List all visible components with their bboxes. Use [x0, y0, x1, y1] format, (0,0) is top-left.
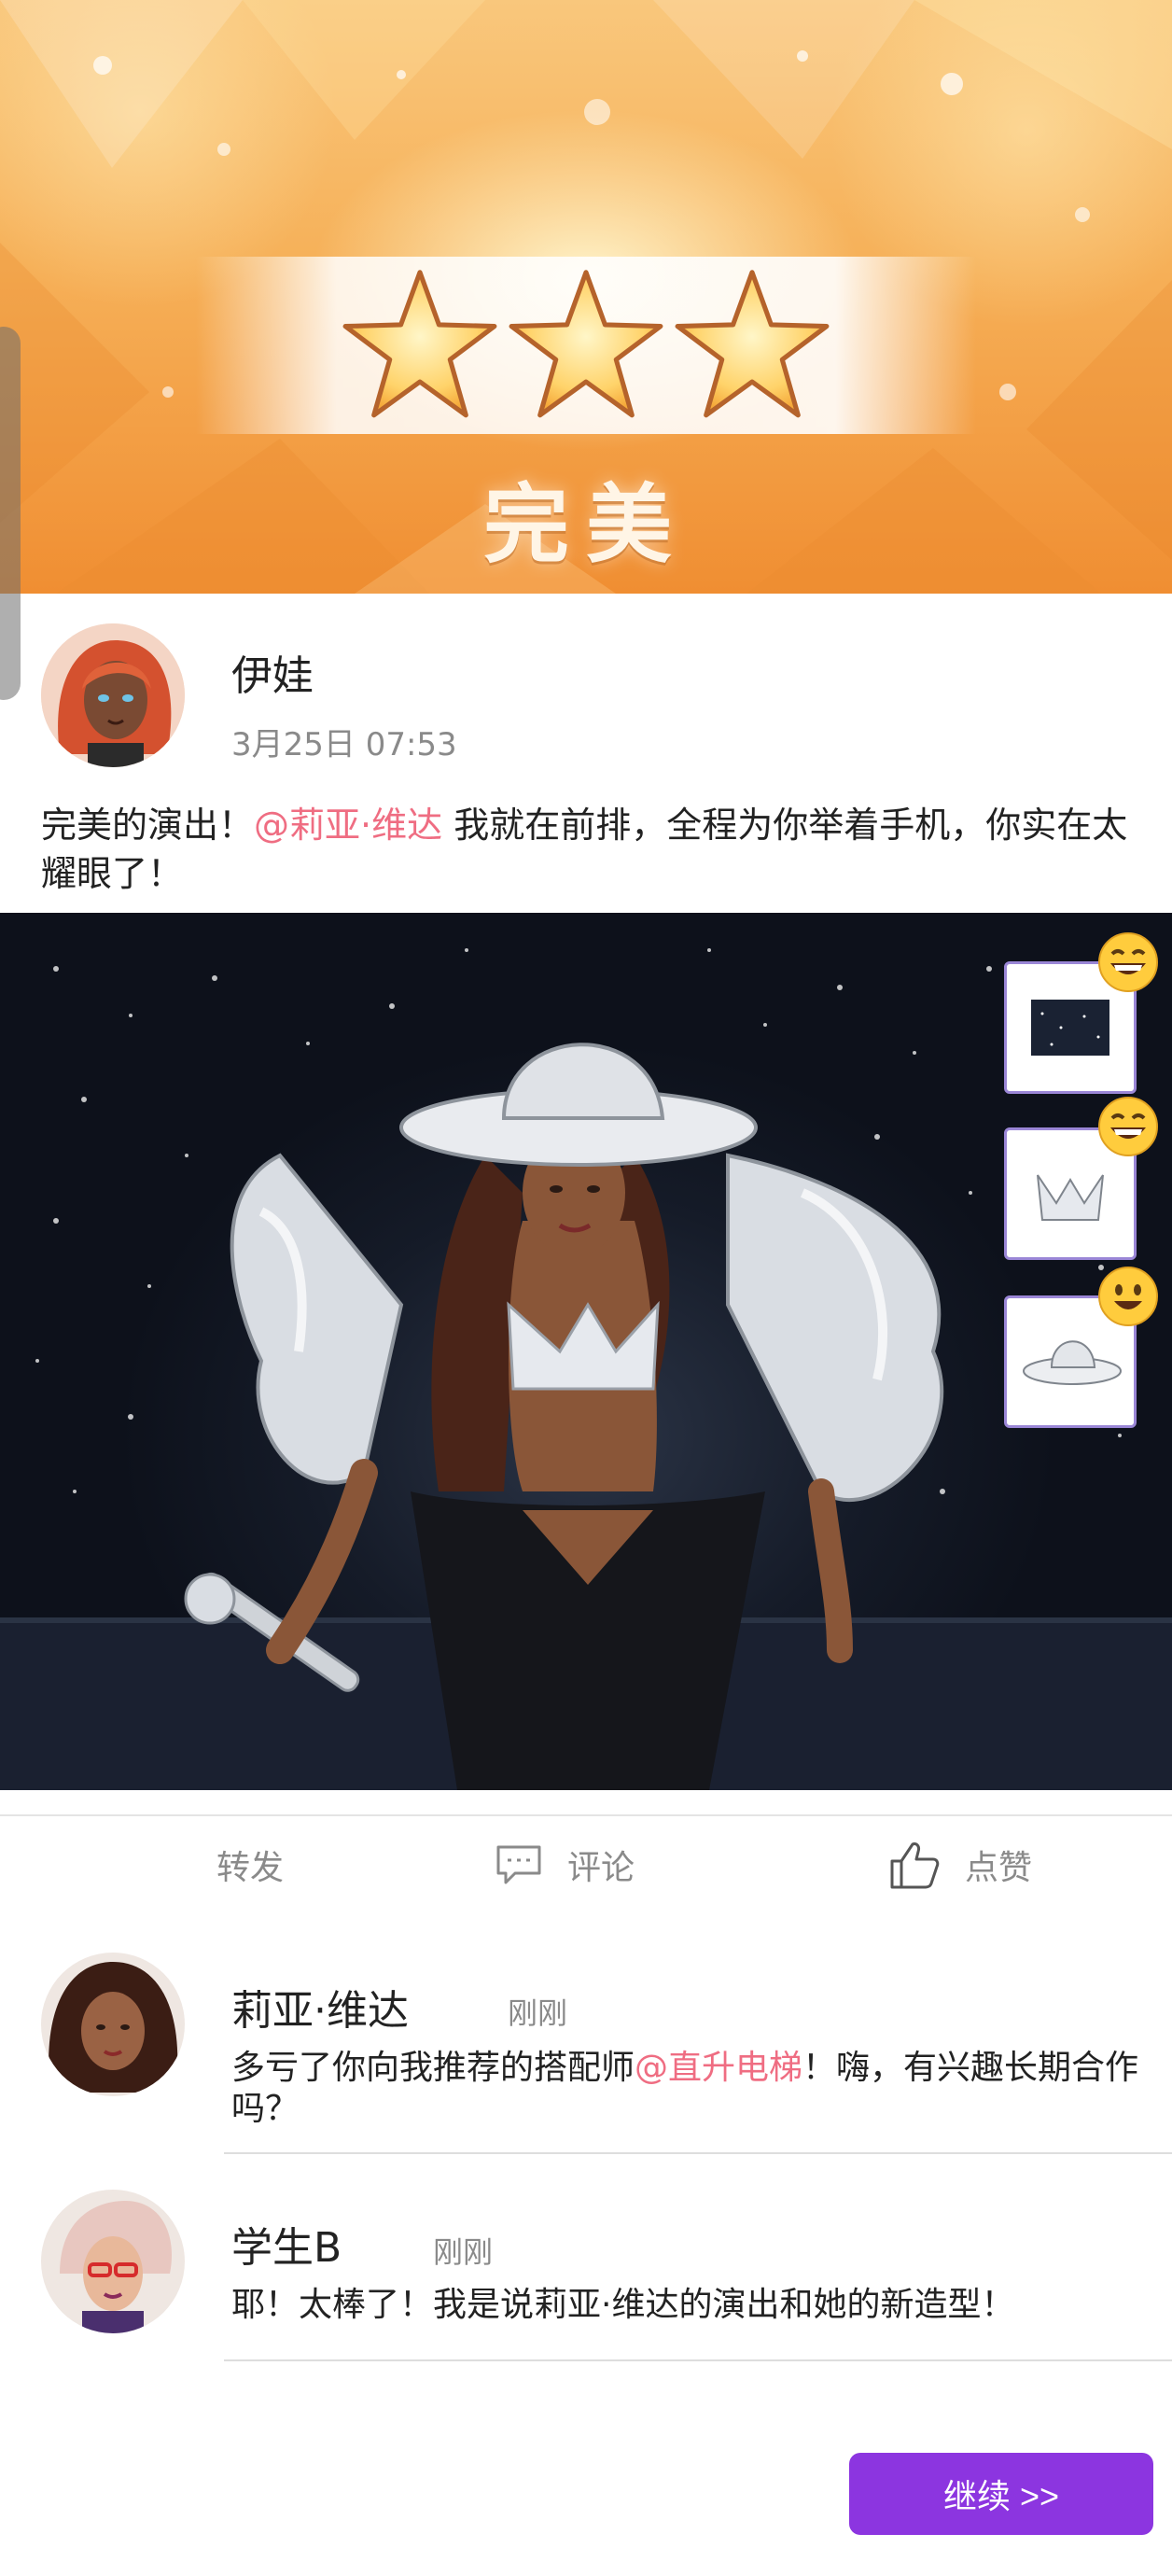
post-body: 完美的演出！@莉亚·维达 我就在前排，全程为你举着手机，你实在太耀眼了！: [41, 801, 1133, 898]
rating-banner: 完美: [0, 0, 1172, 594]
avatar-portrait-icon: [41, 1953, 185, 2096]
comment-divider: [224, 2152, 1172, 2154]
comment-text: 耶！太棒了！我是说莉亚·维达的演出和她的新造型！: [231, 2285, 1146, 2326]
grinning-face-icon: [1097, 1096, 1159, 1157]
comment-icon: [496, 1845, 541, 1884]
like-button[interactable]: 点赞: [888, 1839, 1032, 1891]
commenter-avatar[interactable]: [41, 2190, 185, 2333]
mention-link[interactable]: @莉亚·维达: [254, 805, 442, 846]
grinning-face-icon: [1097, 931, 1159, 993]
commenter-name[interactable]: 学生B: [231, 2214, 342, 2274]
outfit-image: [0, 913, 1172, 1790]
continue-button[interactable]: 继续 >>: [849, 2453, 1153, 2535]
share-label: 转发: [216, 1849, 285, 1887]
post-author-name[interactable]: 伊娃: [231, 642, 314, 702]
star-icon: [342, 270, 497, 418]
share-button[interactable]: 转发: [216, 1839, 284, 1891]
stage-scene-illustration: [0, 948, 1172, 1790]
like-label: 点赞: [965, 1849, 1033, 1887]
star-icon: [675, 270, 830, 418]
star-rating: [341, 266, 831, 429]
comment-button[interactable]: 评论: [495, 1839, 635, 1891]
comment-label: 评论: [567, 1849, 635, 1887]
post-author-avatar[interactable]: [41, 623, 185, 767]
comment-divider: [224, 2359, 1172, 2361]
comment-text-start: 多亏了你向我推荐的搭配师: [231, 2049, 635, 2087]
comment-text: 多亏了你向我推荐的搭配师@直升电梯！嗨，有兴趣长期合作吗？: [231, 2048, 1146, 2130]
post-timestamp: 3月25日 07:53: [231, 726, 457, 763]
star-icon: [509, 270, 663, 418]
commenter-avatar[interactable]: [41, 1953, 185, 2096]
smiling-face-icon: [1097, 1266, 1159, 1327]
mention-link[interactable]: @直升电梯: [635, 2049, 802, 2087]
rating-label: 完美: [482, 475, 689, 575]
commenter-name[interactable]: 莉亚·维达: [231, 1977, 409, 2037]
thumbs-up-icon: [890, 1842, 940, 1889]
side-drawer-handle[interactable]: [0, 327, 21, 700]
comment-text-start: 耶！太棒了！我是说莉亚·维达的演出和她的新造型！: [231, 2286, 1015, 2324]
avatar-portrait-icon: [41, 623, 185, 767]
action-bar-divider: [0, 1814, 1172, 1816]
post-text-start: 完美的演出！: [41, 805, 255, 846]
comment-time: 刚刚: [508, 1995, 568, 2031]
avatar-portrait-icon: [41, 2190, 185, 2333]
comment-time: 刚刚: [433, 2234, 494, 2270]
